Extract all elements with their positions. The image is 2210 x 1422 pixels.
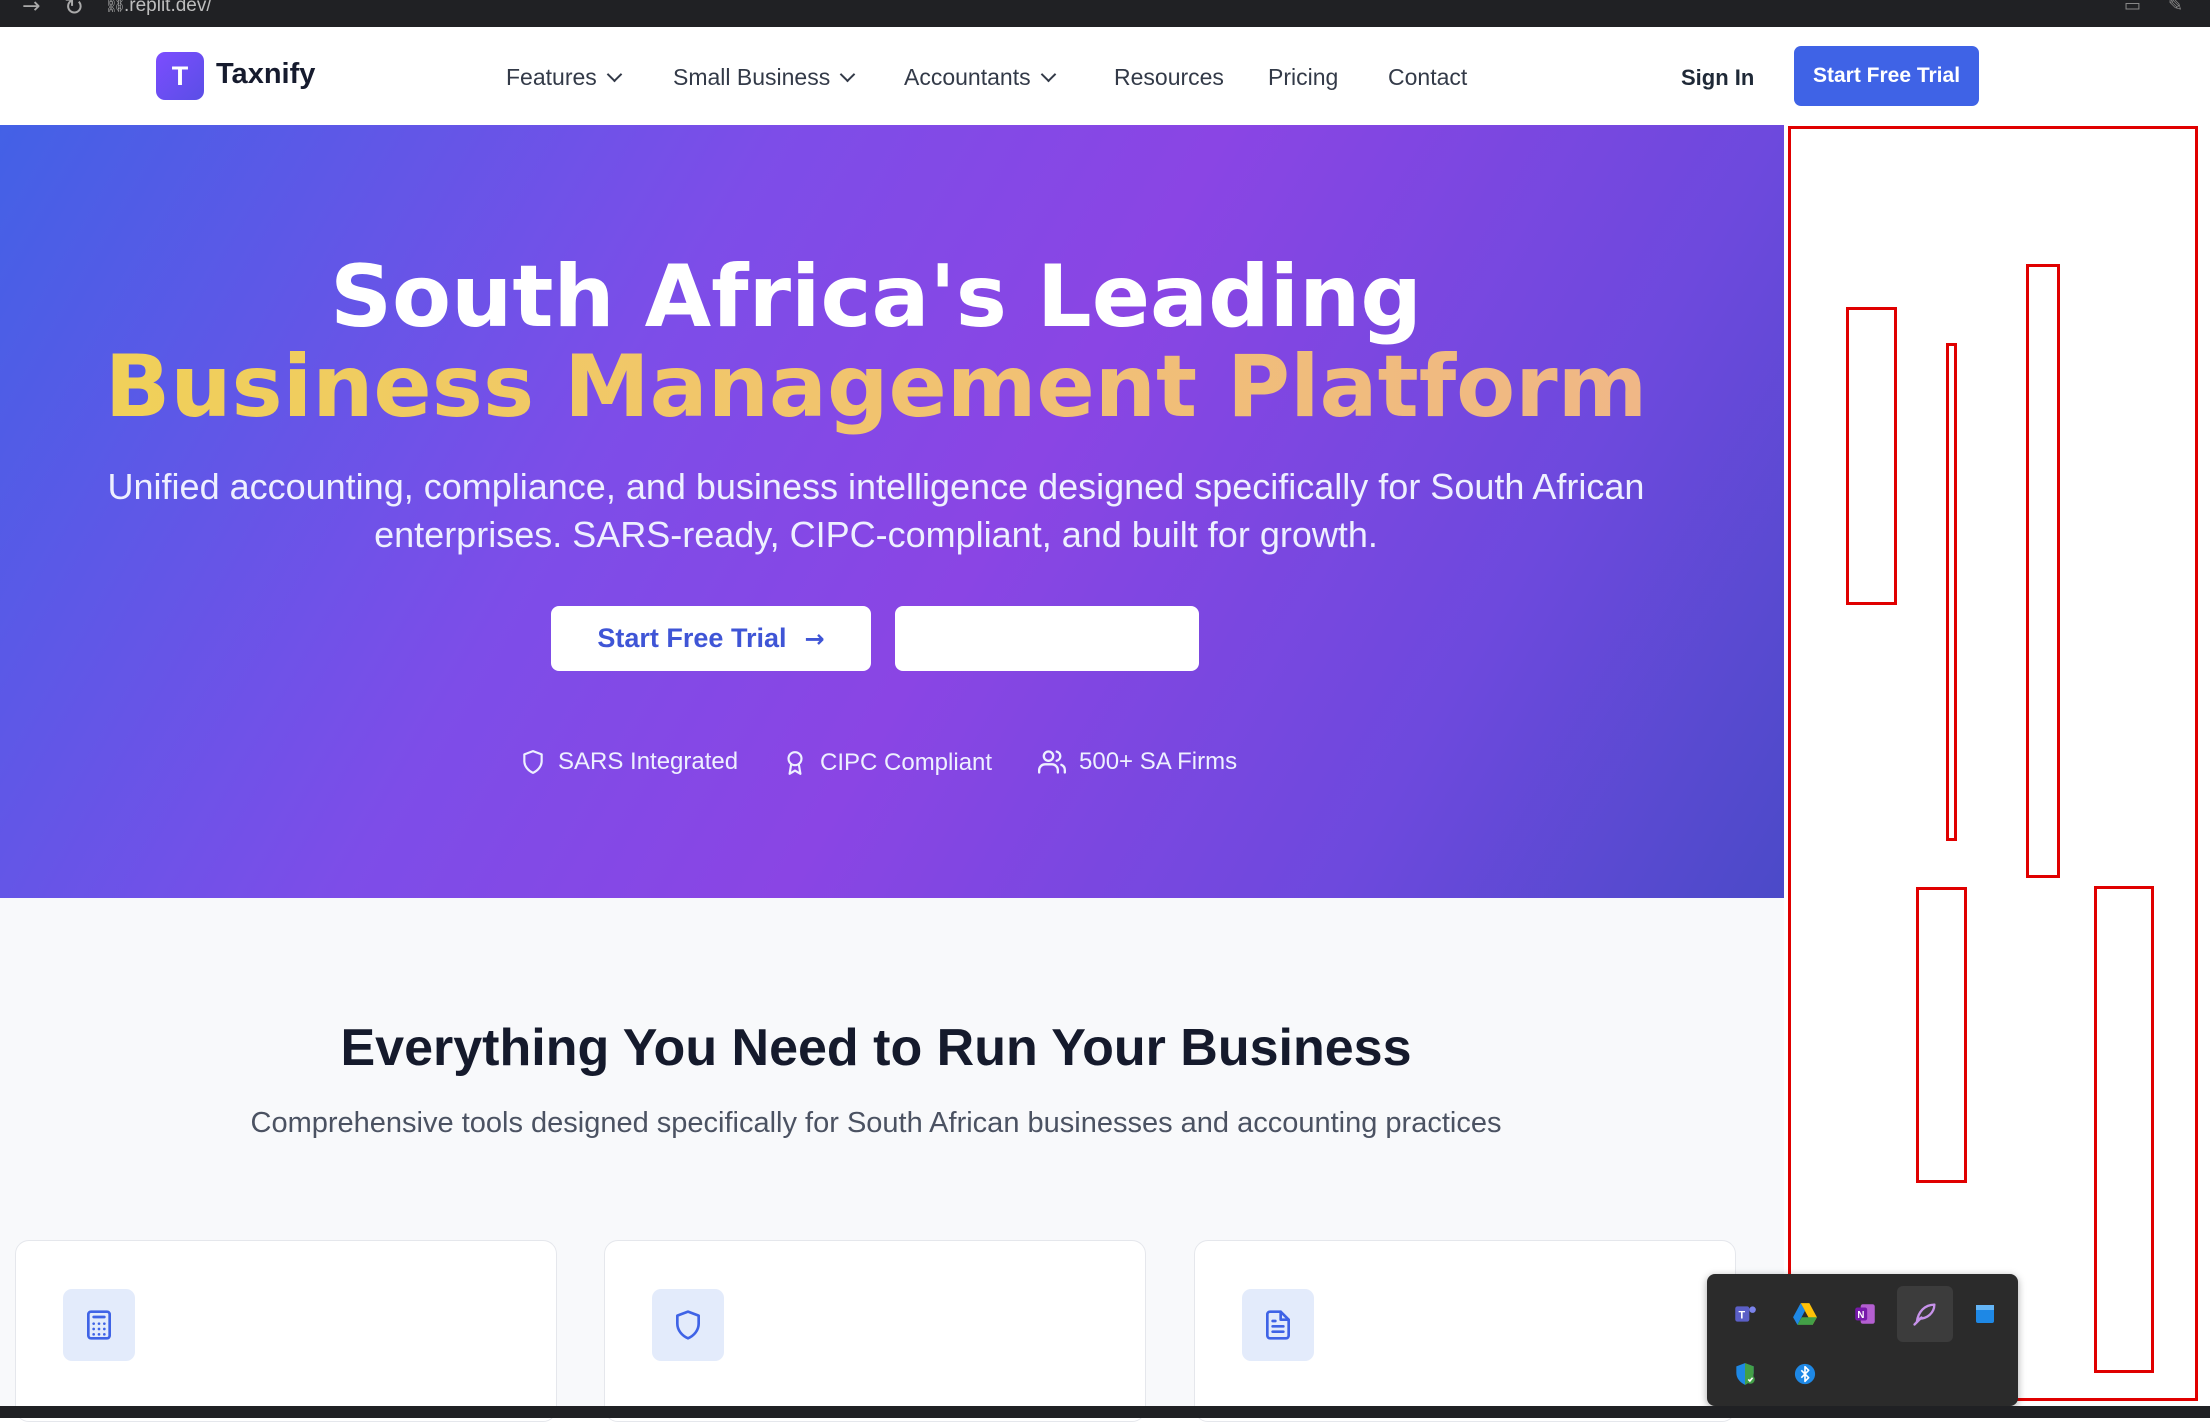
- windows-app-icon[interactable]: [1967, 1296, 2003, 1332]
- logo-mark[interactable]: T: [156, 52, 204, 100]
- annotation-box: [1916, 887, 1967, 1183]
- nav-label: Features: [506, 64, 597, 90]
- badge-cipc: CIPC Compliant: [782, 748, 992, 778]
- google-drive-icon[interactable]: [1787, 1296, 1823, 1332]
- system-tray-overflow: T N: [1707, 1274, 2018, 1406]
- nav-label: Accountants: [904, 64, 1031, 90]
- features-section: Everything You Need to Run Your Business…: [0, 898, 1784, 1422]
- extension-icon[interactable]: ▭: [2124, 0, 2141, 16]
- logo-letter: T: [171, 60, 189, 91]
- annotation-box: [1846, 307, 1897, 605]
- annotation-box: [2094, 886, 2154, 1373]
- chevron-down-icon: [839, 66, 856, 83]
- feather-icon[interactable]: [1897, 1286, 1953, 1342]
- svg-text:T: T: [1739, 1309, 1746, 1321]
- nav-small-business[interactable]: Small Business: [673, 64, 856, 91]
- start-free-trial-button[interactable]: Start Free Trial: [1794, 46, 1979, 106]
- badge-label: SARS Integrated: [558, 748, 739, 775]
- document-icon: [1266, 1310, 1290, 1340]
- brand-name[interactable]: Taxnify: [216, 58, 315, 91]
- feature-card[interactable]: [15, 1240, 557, 1422]
- features-title: Everything You Need to Run Your Business: [340, 1019, 1412, 1077]
- link-icon: ⛓: [104, 0, 127, 13]
- taskbar-strip: [0, 1406, 2210, 1418]
- svg-text:N: N: [1857, 1310, 1864, 1321]
- hero-start-trial-button[interactable]: Start Free Trial →: [551, 606, 871, 671]
- hero-section: South Africa's Leading Business Manageme…: [0, 125, 1784, 898]
- nav-pricing[interactable]: Pricing: [1268, 64, 1338, 91]
- badge-sars: SARS Integrated: [520, 748, 738, 776]
- bluetooth-icon[interactable]: [1787, 1356, 1823, 1392]
- hero-secondary-button[interactable]: [895, 606, 1199, 671]
- annotation-box: [1946, 343, 1957, 841]
- shield-icon: [523, 750, 543, 774]
- card-icon-wrapper: [652, 1289, 724, 1361]
- site-header: T Taxnify Features Small Business Accoun…: [0, 27, 2210, 126]
- nav-label: Small Business: [673, 64, 831, 90]
- badge-firms: 500+ SA Firms: [1037, 748, 1237, 776]
- annotation-box: [2026, 264, 2060, 878]
- nav-features[interactable]: Features: [506, 64, 623, 91]
- chevron-down-icon: [606, 66, 623, 83]
- features-subtitle: Comprehensive tools designed specificall…: [250, 1107, 1502, 1139]
- feature-card[interactable]: [604, 1240, 1146, 1422]
- users-icon: [1038, 750, 1067, 774]
- card-icon-wrapper: [1242, 1289, 1314, 1361]
- reload-icon[interactable]: ↻: [64, 0, 84, 21]
- chevron-down-icon: [1040, 66, 1056, 83]
- security-shield-icon[interactable]: [1727, 1356, 1763, 1392]
- nav-accountants[interactable]: Accountants: [904, 64, 1056, 91]
- badge-label: CIPC Compliant: [820, 749, 993, 776]
- tools-icon[interactable]: ✎: [2168, 0, 2183, 16]
- shield-icon: [676, 1310, 700, 1340]
- feature-card[interactable]: [1194, 1240, 1736, 1422]
- nav-contact[interactable]: Contact: [1388, 64, 1467, 91]
- award-icon: [787, 751, 803, 775]
- forward-arrow-icon[interactable]: →: [22, 0, 40, 19]
- hero-title-line1: South Africa's Leading: [330, 247, 1422, 347]
- button-label: Start Free Trial: [597, 623, 787, 653]
- onenote-icon[interactable]: N: [1847, 1296, 1883, 1332]
- calculator-icon: [87, 1310, 111, 1340]
- browser-toolbar: → ↻ .replit.dev/ ⛓ ▭ ✎: [0, 0, 2210, 27]
- card-icon-wrapper: [63, 1289, 135, 1361]
- address-bar-url[interactable]: .replit.dev/: [124, 0, 212, 17]
- arrow-right-icon: →: [804, 624, 825, 653]
- badge-label: 500+ SA Firms: [1079, 748, 1238, 775]
- sign-in-link[interactable]: Sign In: [1681, 65, 1754, 91]
- nav-resources[interactable]: Resources: [1114, 64, 1224, 91]
- teams-icon[interactable]: T: [1727, 1296, 1763, 1332]
- hero-subtitle: Unified accounting, compliance, and busi…: [107, 466, 1645, 555]
- hero-title-line2: Business Management Platform: [0, 337, 1752, 437]
